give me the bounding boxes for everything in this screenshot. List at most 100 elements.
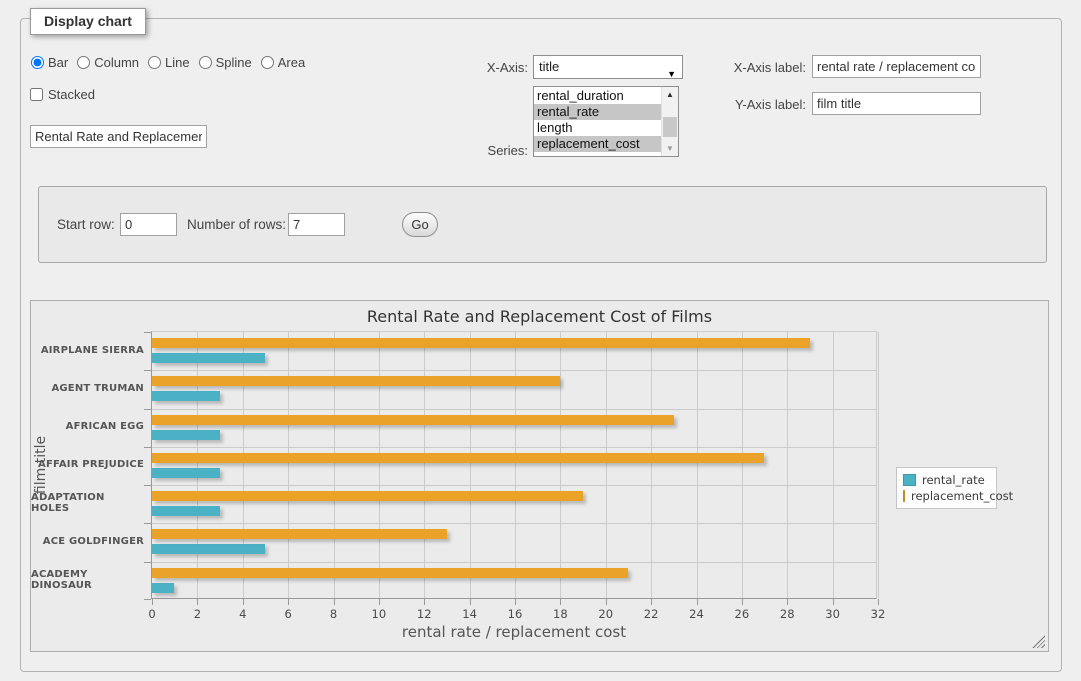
y-tick-mark: [144, 409, 151, 410]
series-option-rental_duration[interactable]: rental_duration: [534, 88, 661, 104]
bar-replacement_cost: [152, 568, 628, 578]
gridline-vertical: [606, 332, 607, 598]
x-axis-title: rental rate / replacement cost: [151, 623, 877, 641]
x-tick-label: 28: [780, 607, 795, 621]
display-chart-legend: Display chart: [30, 8, 146, 35]
category-label: AFFAIR PREJUDICE: [31, 446, 144, 484]
x-tick-mark: [697, 599, 698, 605]
chart-type-option-area[interactable]: Area: [261, 55, 305, 70]
x-tick-mark: [288, 599, 289, 605]
x-tick-mark: [560, 599, 561, 605]
chart-type-option-bar[interactable]: Bar: [31, 55, 68, 70]
bar-rental_rate: [152, 506, 220, 516]
x-tick-label: 32: [871, 607, 886, 621]
x-tick-mark: [424, 599, 425, 605]
x-axis-label-input[interactable]: [812, 55, 981, 78]
scroll-up-icon[interactable]: ▲: [662, 87, 678, 102]
scroll-down-icon[interactable]: ▼: [662, 141, 678, 156]
stacked-label[interactable]: Stacked: [30, 87, 95, 102]
gridline-horizontal: [152, 485, 876, 486]
x-tick-mark: [152, 599, 153, 605]
chart-type-option-line[interactable]: Line: [148, 55, 190, 70]
series-listbox[interactable]: rental_durationrental_ratelengthreplacem…: [533, 86, 679, 157]
bar-replacement_cost: [152, 529, 447, 539]
legend-swatch-rental_rate: [903, 474, 916, 486]
chart-panel: Rental Rate and Replacement Cost of Film…: [30, 300, 1049, 652]
gridline-vertical: [379, 332, 380, 598]
bar-replacement_cost: [152, 491, 583, 501]
resize-handle-icon[interactable]: [1032, 635, 1045, 648]
listbox-scrollbar[interactable]: ▲ ▼: [661, 87, 678, 156]
radio-line[interactable]: [148, 56, 161, 69]
x-tick-label: 10: [372, 607, 387, 621]
x-tick-label: 16: [508, 607, 523, 621]
x-tick-mark: [470, 599, 471, 605]
x-tick-mark: [742, 599, 743, 605]
radio-bar[interactable]: [31, 56, 44, 69]
series-option-replacement_cost[interactable]: replacement_cost: [534, 136, 661, 152]
plot-area: 02468101214161820222426283032: [151, 331, 877, 599]
series-option-length[interactable]: length: [534, 120, 661, 136]
x-axis-select-value: title: [539, 59, 559, 74]
radio-column[interactable]: [77, 56, 90, 69]
bar-replacement_cost: [152, 376, 560, 386]
gridline-horizontal: [152, 447, 876, 448]
start-row-input[interactable]: [120, 213, 177, 236]
number-of-rows-input[interactable]: [288, 213, 345, 236]
gridline-vertical: [334, 332, 335, 598]
bar-rental_rate: [152, 468, 220, 478]
chart-title-input[interactable]: [30, 125, 207, 148]
number-of-rows-label: Number of rows:: [187, 217, 286, 232]
go-button[interactable]: Go: [402, 212, 438, 237]
gridline-horizontal: [152, 562, 876, 563]
bar-rental_rate: [152, 391, 220, 401]
x-tick-label: 30: [825, 607, 840, 621]
x-tick-label: 8: [330, 607, 337, 621]
radio-area[interactable]: [261, 56, 274, 69]
x-tick-mark: [379, 599, 380, 605]
y-tick-mark: [144, 599, 151, 600]
bar-replacement_cost: [152, 453, 764, 463]
category-label: ACE GOLDFINGER: [31, 522, 144, 560]
legend-swatch-replacement_cost: [903, 490, 905, 502]
x-tick-mark: [334, 599, 335, 605]
gridline-vertical: [833, 332, 834, 598]
bar-replacement_cost: [152, 415, 674, 425]
stacked-row: Stacked: [30, 87, 95, 102]
scrollbar-thumb[interactable]: [663, 117, 677, 137]
y-tick-mark: [144, 332, 151, 333]
x-axis-select[interactable]: title ▼: [533, 55, 683, 79]
gridline-horizontal: [152, 370, 876, 371]
gridline-horizontal: [152, 409, 876, 410]
series-select-label: Series:: [465, 143, 528, 158]
x-tick-label: 6: [284, 607, 291, 621]
page: Display chart Bar Column Line Spline Area St…: [0, 0, 1081, 681]
x-tick-label: 20: [598, 607, 613, 621]
stacked-checkbox[interactable]: [30, 88, 43, 101]
y-axis-label-input[interactable]: [812, 92, 981, 115]
gridline-vertical: [560, 332, 561, 598]
x-axis-label-label: X-Axis label:: [716, 60, 806, 75]
chart-title: Rental Rate and Replacement Cost of Film…: [31, 307, 1048, 326]
x-tick-mark: [515, 599, 516, 605]
x-tick-label: 24: [689, 607, 704, 621]
x-tick-label: 14: [462, 607, 477, 621]
x-tick-label: 4: [239, 607, 246, 621]
category-label: AIRPLANE SIERRA: [31, 331, 144, 369]
y-tick-mark: [144, 485, 151, 486]
x-tick-mark: [878, 599, 879, 605]
gridline-vertical: [197, 332, 198, 598]
gridline-vertical: [243, 332, 244, 598]
category-label: ACADEMY DINOSAUR: [31, 561, 144, 599]
x-tick-mark: [787, 599, 788, 605]
gridline-vertical: [742, 332, 743, 598]
start-row-label: Start row:: [57, 217, 115, 232]
series-option-rental_rate[interactable]: rental_rate: [534, 104, 661, 120]
x-tick-mark: [243, 599, 244, 605]
chart-type-option-column[interactable]: Column: [77, 55, 139, 70]
radio-spline[interactable]: [199, 56, 212, 69]
x-tick-label: 18: [553, 607, 568, 621]
y-axis-category-labels: AIRPLANE SIERRAAGENT TRUMANAFRICAN EGGAF…: [31, 331, 144, 599]
chart-type-option-spline[interactable]: Spline: [199, 55, 252, 70]
x-tick-mark: [651, 599, 652, 605]
